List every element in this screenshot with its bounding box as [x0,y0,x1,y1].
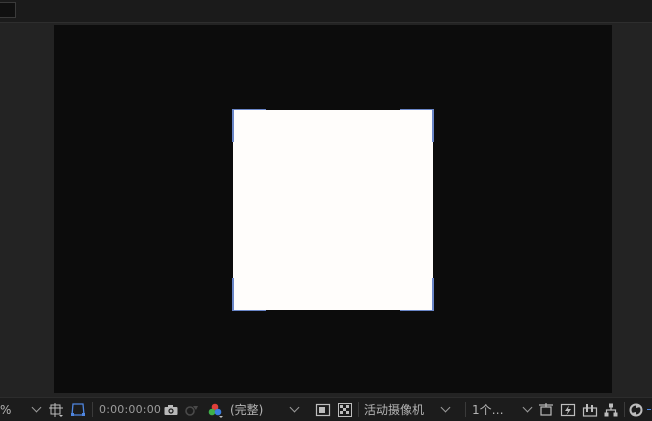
composition-viewer-app: % 0:00:00:00 (完整) 活动摄像机 1个… [0,0,652,421]
viewer-tab[interactable] [0,2,16,18]
region-of-interest-icon [315,403,331,416]
composition-frame[interactable] [54,25,612,393]
mask-boundary-icon [71,402,85,416]
resolution-dropdown[interactable]: (完整) [230,398,310,421]
solid-layer[interactable] [232,109,434,311]
view-layout-dropdown[interactable]: 1个… [472,398,534,421]
selection-corner-bottom-right[interactable] [400,278,434,311]
selection-corner-top-left[interactable] [232,109,266,142]
draft-3d-icon [539,402,553,416]
camera-snapshot-icon [164,404,178,415]
chevron-down-icon [440,402,451,413]
camera-view-dropdown[interactable]: 活动摄像机 [364,398,460,421]
composition-viewer[interactable] [0,23,652,395]
toolbar-separator [465,402,466,417]
chevron-down-icon [289,402,300,413]
selection-corner-top-right[interactable] [400,109,434,142]
rgb-channels-icon [208,403,223,418]
fast-preview-button[interactable] [560,398,578,421]
toolbar-separator [92,402,93,417]
draft-3d-button[interactable] [538,398,556,421]
current-time-display[interactable]: 0:00:00:00 [99,398,161,421]
zoom-value: % [0,402,12,417]
transparency-grid-icon [338,402,352,417]
camera-view-value: 活动摄像机 [364,403,425,417]
timecode-text: 0:00:00:00 [99,403,162,416]
toolbar-separator [358,402,359,417]
reset-exposure-button[interactable] [628,398,646,421]
timeline-button[interactable] [582,398,600,421]
chevron-down-icon [522,402,533,413]
viewer-toolbar: % 0:00:00:00 (完整) 活动摄像机 1个… [0,397,652,421]
exposure-value-field[interactable] [647,398,652,421]
show-snapshot-button[interactable] [184,398,202,421]
mask-boundary-button[interactable] [70,398,88,421]
show-snapshot-icon [185,405,198,416]
exposure-indicator [647,409,651,410]
fast-preview-icon [560,403,576,416]
flowchart-button[interactable] [603,398,621,421]
reset-exposure-icon [629,403,643,416]
zoom-dropdown[interactable]: % [0,398,44,421]
show-channel-button[interactable] [206,398,228,421]
grid-guides-button[interactable] [48,398,66,421]
timeline-icon [582,403,598,417]
flowchart-icon [604,403,618,416]
chevron-down-icon [31,402,42,413]
toolbar-separator [624,402,625,417]
view-layout-value: 1个… [472,403,504,417]
selection-corner-bottom-left[interactable] [232,278,266,311]
grid-guides-icon [49,402,63,417]
region-of-interest-button[interactable] [315,398,333,421]
transparency-grid-button[interactable] [337,398,355,421]
viewer-tab-strip [0,0,652,23]
resolution-value: (完整) [230,403,264,417]
take-snapshot-button[interactable] [163,398,181,421]
